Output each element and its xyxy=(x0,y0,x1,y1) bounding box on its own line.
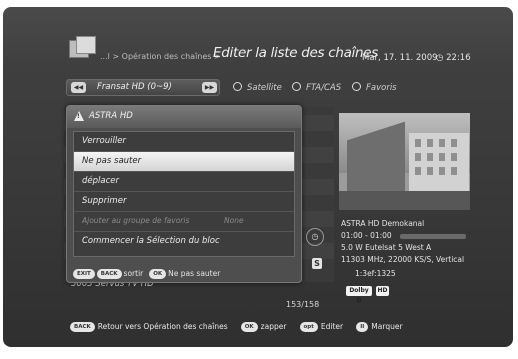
radio-icon xyxy=(233,82,242,91)
back-label: Retour vers Opération des chaînes xyxy=(97,322,228,331)
tv-screen: ...l > Opération des chaînes > Editer la… xyxy=(3,7,513,347)
satellite-name: 5.0 W Eutelsat 5 West A xyxy=(341,243,432,252)
menu-item-value: None xyxy=(224,216,244,225)
scramble-badge: S xyxy=(312,258,322,269)
radio-label: FTA/CAS xyxy=(306,83,342,93)
back-button[interactable]: BACK xyxy=(70,321,95,332)
radio-satellite[interactable]: Satellite xyxy=(233,82,282,93)
ok-label: Ne pas sauter xyxy=(168,269,221,278)
clock-icon: ◷ xyxy=(436,53,444,63)
zap-label: zapper xyxy=(260,322,287,331)
menu-item-skip[interactable]: Ne pas sauter xyxy=(74,152,294,172)
menu-item-label: Supprimer xyxy=(82,196,127,206)
popup-footer: EXIT BACK sortir OK Ne pas sauter xyxy=(73,263,226,279)
mark-label: Marquer xyxy=(371,322,403,331)
service-ids: 1:3ef:1325 xyxy=(355,269,396,278)
next-filter-button[interactable]: ▶▶ xyxy=(202,82,217,93)
channel-position: 153/158 xyxy=(286,300,320,309)
option-button[interactable]: opt xyxy=(299,321,318,332)
bottom-hint-bar: BACK Retour vers Opération des chaînes OK… xyxy=(70,316,411,335)
menu-item-move[interactable]: déplacer xyxy=(74,172,294,192)
menu-item-lock[interactable]: Verrouiller xyxy=(74,132,294,152)
radio-icon xyxy=(292,82,301,91)
menu-item-label: Commencer la Sélection du bloc xyxy=(82,236,220,246)
time-display: ◷ 22:16 xyxy=(436,53,471,63)
menu-item-label: Ajouter au groupe de favoris xyxy=(82,216,190,225)
exit-label: sortir xyxy=(123,269,144,278)
exit-key[interactable]: EXIT xyxy=(73,268,95,279)
program-time: 01:00 - 01:00 xyxy=(341,231,392,240)
edit-label: Editer xyxy=(320,322,344,331)
radio-favoris[interactable]: Favoris xyxy=(352,82,397,93)
menu-item-delete[interactable]: Supprimer xyxy=(74,192,294,212)
radio-label: Favoris xyxy=(366,83,397,93)
dolby-badge: Dolby D xyxy=(346,286,372,304)
hd-badge: HD xyxy=(376,286,389,296)
pause-button[interactable]: II xyxy=(356,321,369,332)
popup-header: ! ASTRA HD xyxy=(67,106,301,128)
menu-item-block-select[interactable]: Commencer la Sélection du bloc xyxy=(74,232,294,252)
menu-item-label: Verrouiller xyxy=(82,136,126,146)
time-label: 22:16 xyxy=(446,53,471,63)
radio-icon xyxy=(352,82,361,91)
program-progress xyxy=(400,234,466,239)
menu-item-add-favorites: Ajouter au groupe de favoris None xyxy=(74,212,294,232)
radio-fta-cas[interactable]: FTA/CAS xyxy=(292,82,341,93)
channel-list-icon xyxy=(69,36,96,60)
frequency-info: 11303 MHz, 22000 KS/S, Vertical xyxy=(341,255,465,264)
screen: ...l > Opération des chaînes > Editer la… xyxy=(0,0,518,359)
radio-label: Satellite xyxy=(247,83,282,93)
popup-title: ASTRA HD xyxy=(89,111,133,121)
menu-item-label: déplacer xyxy=(82,176,119,186)
satellite-filter[interactable]: ◀◀ Fransat HD (0~9) ▶▶ xyxy=(66,79,220,96)
channel-name: ASTRA HD Demokanal xyxy=(341,219,425,228)
page-title: Editer la liste des chaînes xyxy=(213,45,379,61)
channel-preview-image xyxy=(339,113,470,210)
ok-key[interactable]: OK xyxy=(149,268,167,279)
breadcrumb: ...l > Opération des chaînes > xyxy=(100,52,221,61)
list-scroll-icon: ◷ xyxy=(306,228,324,246)
channel-options-popup: ! ASTRA HD Verrouiller Ne pas sauter dép… xyxy=(66,105,302,283)
menu-item-label: Ne pas sauter xyxy=(82,156,142,166)
prev-filter-button[interactable]: ◀◀ xyxy=(71,82,86,93)
popup-menu: Verrouiller Ne pas sauter déplacer Suppr… xyxy=(73,131,295,257)
filter-current: Fransat HD (0~9) xyxy=(97,82,172,92)
date-display: Mar, 17. 11. 2009 xyxy=(362,53,438,63)
back-key[interactable]: BACK xyxy=(96,268,122,279)
ok-button[interactable]: OK xyxy=(240,321,258,332)
